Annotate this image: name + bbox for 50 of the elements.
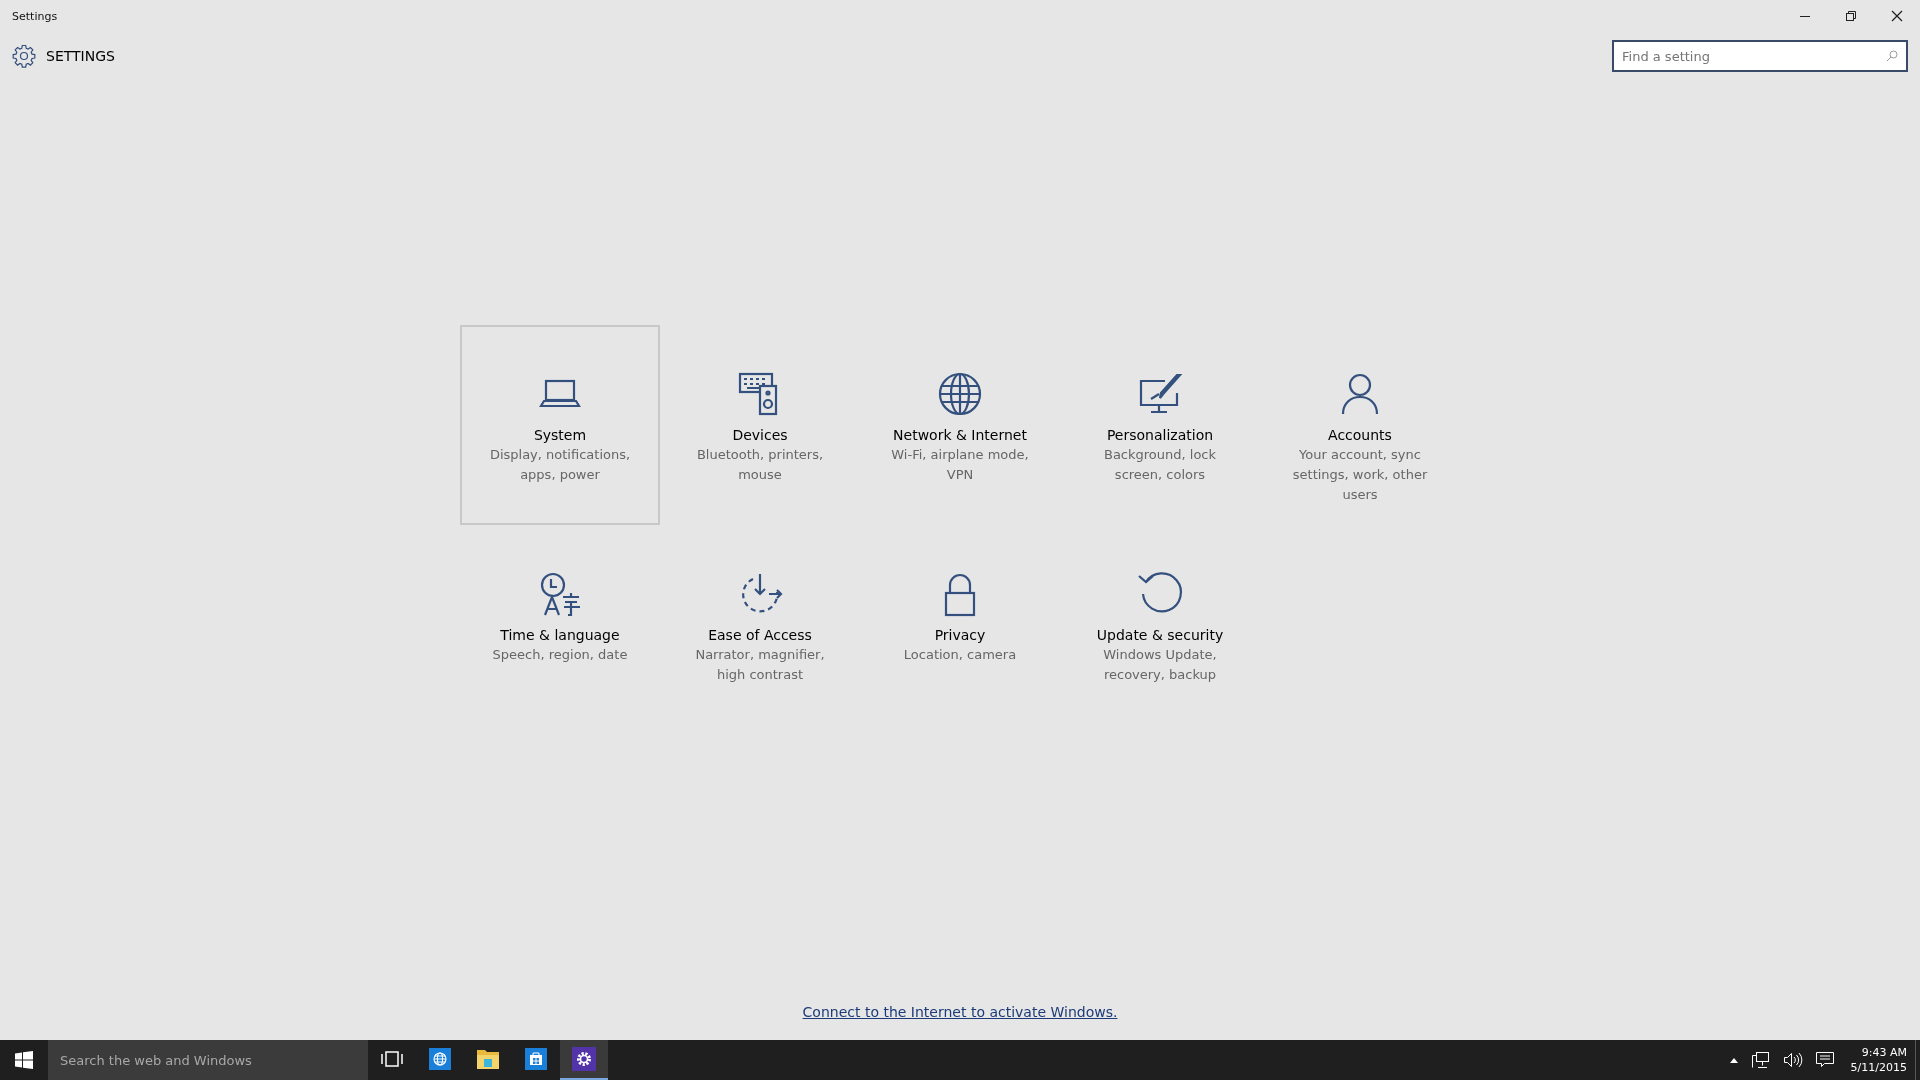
chevron-up-icon[interactable] (1728, 1056, 1739, 1064)
activation-link[interactable]: Connect to the Internet to activate Windows. (802, 1004, 1118, 1020)
network-icon[interactable] (1750, 1051, 1771, 1069)
category-title: Personalization (1106, 426, 1214, 445)
category-tile[interactable]: Network & Internet Wi-Fi, airplane mode, VPN (860, 325, 1060, 525)
task-view-icon (380, 1049, 404, 1069)
category-description: Wi-Fi, airplane mode, VPN (890, 446, 1030, 484)
speaker-icon[interactable] (1782, 1051, 1803, 1069)
message-icon[interactable] (1814, 1051, 1835, 1069)
shopping-bag-icon (525, 1048, 547, 1070)
category-description: Bluetooth, printers, mouse (695, 446, 825, 484)
globe-icon (429, 1048, 451, 1070)
category-description: Your account, sync settings, work, other users (1291, 446, 1429, 504)
category-title: Accounts (1328, 426, 1392, 445)
search-field[interactable]: Find a setting (1612, 40, 1908, 72)
category-tile[interactable]: Ease of Access Narrator, magnifier, high contrast (660, 525, 860, 725)
category-description: Location, camera (903, 646, 1017, 664)
category-title: Network & Internet (893, 426, 1027, 445)
category-description: Windows Update, recovery, backup (1102, 646, 1218, 684)
settings-icon (12, 44, 36, 68)
category-tile[interactable]: Personalization Background, lock screen, colors (1060, 325, 1260, 525)
restore-icon (1845, 10, 1857, 22)
category-title: Ease of Access (708, 626, 812, 645)
category-tile[interactable]: Time & language Speech, region, date (460, 525, 660, 725)
taskbar-search-field[interactable]: Search the web and Windows (48, 1040, 368, 1080)
category-tile[interactable]: System Display, notifications, apps, power (460, 325, 660, 525)
category-title: System (533, 426, 587, 445)
category-title: Update & security (1096, 626, 1224, 645)
clock[interactable]: 9:43 AM 5/11/2015 (1850, 1045, 1907, 1075)
search-icon (1886, 50, 1898, 62)
page-title: SETTINGS (46, 48, 115, 64)
category-tile[interactable]: Update & security Windows Update, recovery, backup (1060, 525, 1260, 725)
category-tile[interactable]: Privacy Location, camera (860, 525, 1060, 725)
folder-icon (476, 1048, 500, 1070)
category-description: Display, notifications, apps, power (488, 446, 632, 484)
category-title: Devices (732, 426, 788, 445)
clock-date: 5/11/2015 (1850, 1060, 1907, 1075)
clock-time: 9:43 AM (1861, 1045, 1907, 1060)
category-tile[interactable]: Accounts Your account, sync settings, work, other users (1260, 325, 1460, 525)
category-description: Speech, region, date (492, 646, 628, 664)
category-description: Background, lock screen, colors (1102, 446, 1218, 484)
category-title: Privacy (934, 626, 986, 645)
category-title: Time & language (500, 626, 620, 645)
close-icon (1891, 10, 1903, 22)
gear-icon (572, 1047, 596, 1071)
category-description: Narrator, magnifier, high contrast (694, 646, 826, 684)
category-tile[interactable]: Devices Bluetooth, printers, mouse (660, 325, 860, 525)
windows-logo-icon (15, 1051, 33, 1069)
settings-app-button[interactable] (560, 1040, 608, 1080)
window-title: Settings (12, 9, 58, 23)
